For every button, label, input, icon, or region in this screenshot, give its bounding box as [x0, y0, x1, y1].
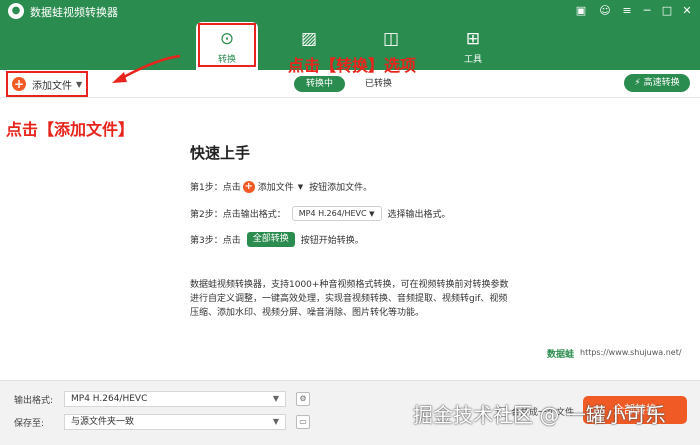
- chevron-down-icon: ▼: [272, 417, 279, 426]
- user-icon[interactable]: ☺: [596, 2, 614, 20]
- format-settings-icon[interactable]: ⚙: [296, 392, 310, 406]
- convert-tab-annotation: 点击【转换】选项: [288, 56, 417, 75]
- app-logo-icon: ●: [8, 3, 24, 19]
- chevron-down-icon: ▼: [297, 182, 304, 191]
- step1-button-text: 添加文件: [257, 183, 294, 193]
- folder-icon[interactable]: ▭: [296, 415, 310, 429]
- annotation-arrow-icon: [112, 54, 181, 83]
- status-segmented-control: 转换中 已转换: [294, 76, 404, 92]
- output-format-select[interactable]: MP4 H.264/HEVC ▼: [64, 391, 286, 407]
- step1-prefix: 第1步：点击: [190, 183, 241, 193]
- step2-suffix: 选择输出格式。: [387, 210, 451, 220]
- step1-suffix: 按钮添加文件。: [309, 183, 373, 193]
- app-title: 数据蛙视频转换器: [30, 6, 118, 19]
- plus-icon: +: [242, 180, 255, 193]
- segment-converting[interactable]: 转换中: [294, 76, 346, 92]
- save-to-label: 保存至:: [14, 419, 45, 429]
- add-file-highlight-box: [6, 71, 88, 97]
- fast-convert-button[interactable]: ⚡ 高速转换: [624, 74, 690, 92]
- add-file-annotation: 点击【添加文件】: [6, 120, 135, 139]
- tab-tools[interactable]: ⊞ 工具: [442, 22, 504, 70]
- step-2: 第2步：点击输出格式： MP4 H.264/HEVC ▼ 选择输出格式。: [190, 206, 451, 221]
- product-description: 数据蛙视频转换器，支持1000+种音视频格式转换，可在视频转换前对转换参数进行自…: [190, 280, 509, 318]
- fast-convert-label: 高速转换: [643, 78, 680, 88]
- step3-prefix: 第3步：点击: [190, 236, 241, 246]
- step2-format-text: MP4 H.264/HEVC: [298, 209, 367, 218]
- brand-name: 数据蛙: [547, 350, 575, 360]
- menu-icon[interactable]: ≡: [618, 2, 636, 20]
- step-3: 第3步：点击 全部转换 按钮开始转换。: [190, 232, 364, 247]
- segment-converted[interactable]: 已转换: [353, 76, 404, 92]
- output-format-label: 输出格式:: [14, 396, 54, 406]
- convert-tab-highlight-box: [198, 23, 256, 67]
- save-to-select[interactable]: 与源文件夹一致 ▼: [64, 414, 286, 430]
- minimize-icon[interactable]: ─: [638, 2, 656, 20]
- image-icon: ▨: [300, 29, 318, 49]
- step2-format-pill: MP4 H.264/HEVC ▼: [291, 206, 382, 221]
- layout-icon: ◫: [382, 29, 400, 49]
- maximize-icon[interactable]: □: [658, 2, 676, 20]
- save-to-value: 与源文件夹一致: [71, 417, 135, 427]
- step-1: 第1步：点击 + 添加文件 ▼ 按钮添加文件。: [190, 180, 372, 193]
- website-link[interactable]: https://www.shujuwa.net/: [580, 348, 682, 357]
- quick-start-title: 快速上手: [190, 144, 251, 162]
- title-bar: ● 数据蛙视频转换器 ▣ ☺ ≡ ─ □ ✕: [0, 0, 700, 22]
- step3-button-pill: 全部转换: [246, 232, 295, 247]
- gift-icon[interactable]: ▣: [572, 2, 590, 20]
- close-icon[interactable]: ✕: [678, 2, 696, 20]
- step3-suffix: 按钮开始转换。: [300, 236, 364, 246]
- chevron-down-icon: ▼: [272, 394, 279, 403]
- output-format-value: MP4 H.264/HEVC: [71, 394, 148, 404]
- watermark-text: 掘金技术社区 @ 一罐小可乐: [413, 403, 666, 427]
- tab-tools-label: 工具: [463, 55, 482, 65]
- step2-prefix: 第2步：点击输出格式：: [190, 210, 286, 220]
- toolbox-icon: ⊞: [465, 29, 481, 49]
- chevron-down-icon: ▼: [369, 210, 375, 218]
